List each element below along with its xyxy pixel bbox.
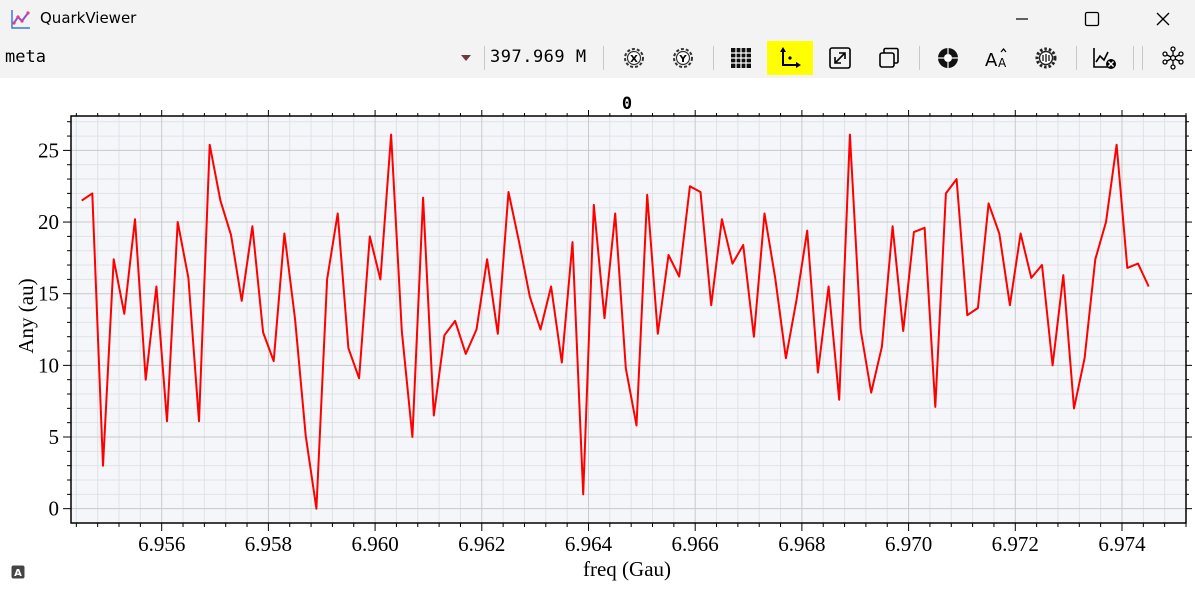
chart[interactable]: 6.956 6.958 6.960 6.962 6.964 6.966 6.968 6.970… xyxy=(0,78,1195,589)
toolbar-separator xyxy=(484,46,485,70)
x-autoscale-button[interactable]: X xyxy=(611,41,657,75)
x-tick-label: 6.966 xyxy=(672,532,719,556)
x-tick-label: 6.968 xyxy=(778,532,825,556)
maximize-button[interactable] xyxy=(1069,0,1115,38)
chart-clear-icon xyxy=(1093,48,1116,69)
plot-area: 6.956 6.958 6.960 6.962 6.964 6.966 6.968 6.970… xyxy=(0,78,1195,589)
svg-text:Y: Y xyxy=(678,54,687,65)
settings-gear-icon xyxy=(1035,47,1057,69)
color-wheel-icon xyxy=(938,48,958,68)
network-icon xyxy=(1162,46,1184,70)
x-tick-label: 6.962 xyxy=(458,532,505,556)
y-tick-label: 25 xyxy=(38,138,59,162)
close-button[interactable] xyxy=(1140,0,1186,38)
x-tick-label: 6.958 xyxy=(245,532,292,556)
network-button[interactable] xyxy=(1150,41,1195,75)
copy-button[interactable] xyxy=(866,41,912,75)
x-tick-label: 6.964 xyxy=(565,532,613,556)
svg-text:A: A xyxy=(998,56,1007,70)
y-tick-label: 0 xyxy=(49,497,60,521)
chart-title: 0 xyxy=(622,94,632,114)
svg-text:A: A xyxy=(985,50,998,70)
grid-icon xyxy=(731,48,751,68)
autorange-icon[interactable]: A xyxy=(11,565,25,579)
toolbar-separator xyxy=(1076,46,1077,70)
x-axis-label: freq (Gau) xyxy=(583,557,671,581)
dropdown-arrow-icon[interactable] xyxy=(458,50,474,66)
toolbar-separator xyxy=(1133,46,1134,70)
font-size-icon: A A xyxy=(985,47,1007,70)
gear-y-icon: Y xyxy=(673,48,693,68)
color-button[interactable] xyxy=(925,41,971,75)
x-tick-label: 6.970 xyxy=(885,532,932,556)
axes-icon xyxy=(780,47,801,68)
minimize-button[interactable] xyxy=(999,0,1045,38)
channel-label: meta xyxy=(5,47,46,67)
copy-window-icon xyxy=(879,47,899,68)
plot-background xyxy=(71,116,1186,523)
y-tick-label: 5 xyxy=(49,425,60,449)
chart-line-icon xyxy=(11,10,30,29)
clear-plot-button[interactable] xyxy=(1081,41,1127,75)
title-bar: QuarkViewer xyxy=(0,0,1195,38)
x-tick-label: 6.956 xyxy=(138,532,185,556)
gear-x-icon: X xyxy=(624,48,644,68)
font-button[interactable]: A A xyxy=(974,41,1020,75)
y-axis-label: Any (au) xyxy=(14,278,38,353)
axes-button[interactable] xyxy=(767,41,813,75)
x-tick-label: 6.972 xyxy=(992,532,1039,556)
toolbar-separator xyxy=(603,46,604,70)
toolbar-separator xyxy=(919,46,920,70)
maximize-icon xyxy=(1084,11,1100,27)
y-autoscale-button[interactable]: Y xyxy=(660,41,706,75)
svg-text:X: X xyxy=(630,54,638,65)
close-icon xyxy=(1156,12,1170,26)
minimize-icon xyxy=(1016,18,1028,20)
expand-button[interactable] xyxy=(817,41,863,75)
x-tick-label: 6.974 xyxy=(1098,532,1146,556)
settings-button[interactable] xyxy=(1023,41,1069,75)
grid-button[interactable] xyxy=(718,41,764,75)
frequency-value: 397.969 M xyxy=(490,47,587,67)
y-tick-label: 15 xyxy=(38,282,59,306)
toolbar-separator xyxy=(713,46,714,70)
app-title: QuarkViewer xyxy=(40,9,137,27)
y-tick-label: 10 xyxy=(38,353,59,377)
expand-icon xyxy=(829,47,851,69)
svg-text:A: A xyxy=(14,568,22,579)
toolbar-separator xyxy=(1142,46,1143,70)
y-tick-label: 20 xyxy=(38,210,59,234)
x-tick-label: 6.960 xyxy=(351,532,398,556)
toolbar: meta 397.969 M X Y A A xyxy=(0,38,1195,78)
